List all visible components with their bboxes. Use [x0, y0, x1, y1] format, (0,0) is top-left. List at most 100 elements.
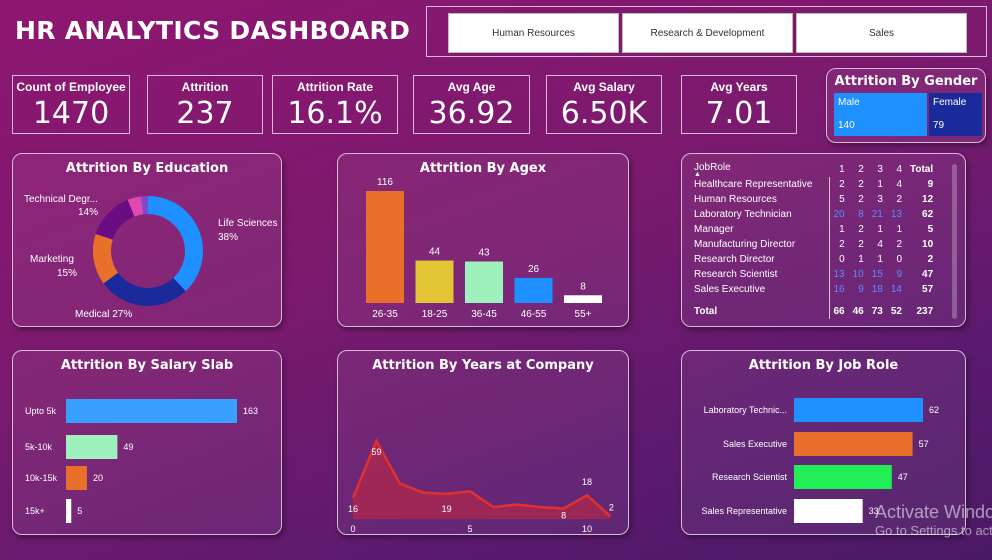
female-value: 79 [933, 120, 945, 131]
table-row: Research Scientist 13 10 15 9 47 [694, 267, 937, 282]
bar-value-label: 57 [919, 439, 929, 449]
data-label: 19 [442, 504, 452, 514]
bar-value-label: 163 [243, 406, 258, 416]
table-header[interactable]: JobRole ▲ 1 2 3 4 Total [694, 162, 937, 178]
kpi-label: Attrition Rate [297, 80, 373, 94]
gender-female-tile[interactable]: Female 79 [929, 93, 982, 136]
gender-male-tile[interactable]: Male 140 [834, 93, 927, 136]
donut-slice [148, 196, 203, 292]
total-cell: Total [694, 297, 830, 319]
cell-value: 1 [877, 179, 883, 190]
total-cell: 237 [916, 305, 934, 317]
donut-slice [95, 199, 135, 240]
cell-value: 5 [927, 224, 934, 235]
slice-label: Life Sciences [218, 218, 277, 229]
data-label: 59 [371, 447, 381, 457]
jobrole-matrix-card: JobRole ▲ 1 2 3 4 Total Healthcare Representati… [681, 153, 966, 327]
cell-value: 4 [877, 239, 883, 250]
slice-label: Marketing [30, 254, 74, 265]
bar [66, 466, 87, 490]
category-label: Sales Executive [723, 439, 787, 449]
table-total-row: Total 66 46 73 52 237 [694, 297, 937, 319]
cell-value: 20 [833, 209, 845, 220]
column-header[interactable]: 4 [887, 162, 906, 177]
category-label: 36-45 [471, 309, 497, 320]
column-header[interactable]: 3 [868, 162, 887, 177]
cell-value: 47 [922, 269, 934, 280]
bar [794, 432, 913, 456]
salary-bar-chart: Upto 5k 163 5k-10k 49 10k-15k 20 15k+ 5 [25, 399, 258, 523]
data-label: 8 [561, 510, 566, 520]
x-tick-label: 0 [350, 524, 355, 534]
windows-activation-watermark: Activate Windows Go to Settings to activ… [875, 502, 992, 538]
row-label: Research Scientist [694, 267, 830, 282]
cell-value: 1 [896, 224, 902, 235]
slicer-sales[interactable]: Sales [796, 13, 967, 53]
data-label: 2 [609, 502, 614, 512]
cell-value: 21 [871, 209, 883, 220]
bar [794, 465, 892, 489]
cell-value: 0 [839, 254, 845, 265]
bar-value-label: 8 [580, 281, 586, 292]
cell-value: 2 [839, 179, 845, 190]
table-row: Laboratory Technician 20 8 21 13 62 [694, 207, 937, 222]
bar [794, 398, 923, 422]
cell-value: 14 [890, 284, 902, 295]
kpi-avg-years: Avg Years 7.01 [681, 75, 797, 134]
cell-value: 9 [927, 179, 934, 190]
bar [794, 499, 863, 523]
slice-label: Technical Degr... [24, 194, 98, 205]
dashboard-title: HR ANALYTICS DASHBOARD [15, 16, 411, 45]
total-cell: 66 [833, 305, 845, 317]
column-header[interactable]: 1 [829, 162, 849, 177]
row-label: Manager [694, 222, 830, 237]
cell-value: 9 [858, 284, 864, 295]
column-header[interactable]: Total [906, 162, 937, 177]
table-row: Sales Executive 16 9 18 14 57 [694, 282, 937, 297]
female-label: Female [933, 97, 967, 108]
age-bar [564, 295, 602, 303]
cell-value: 13 [890, 209, 902, 220]
category-label: Sales Representative [701, 506, 787, 516]
category-label: 10k-15k [25, 473, 58, 483]
donut-slice [103, 272, 186, 306]
row-label: Healthcare Representative [694, 177, 830, 192]
cell-value: 8 [858, 209, 864, 220]
category-label: 18-25 [422, 309, 448, 320]
table-scrollbar[interactable] [952, 164, 957, 319]
bar-value-label: 44 [429, 247, 441, 258]
slicer-human-resources[interactable]: Human Resources [448, 13, 619, 53]
column-header[interactable]: 2 [849, 162, 868, 177]
category-label: 55+ [575, 309, 592, 320]
age-bar [514, 277, 553, 303]
cell-value: 18 [871, 284, 883, 295]
age-bar [415, 260, 454, 303]
male-value: 140 [838, 120, 855, 131]
category-label: 5k-10k [25, 442, 53, 452]
kpi-avg-age: Avg Age 36.92 [413, 75, 530, 134]
attrition-by-age-card: Attrition By Agex 116 26-35 44 18-25 43 36-45… [337, 153, 629, 327]
slice-label: Medical 27% [75, 309, 132, 320]
cell-value: 12 [922, 194, 934, 205]
bar-value-label: 49 [123, 442, 133, 452]
cell-value: 2 [858, 239, 864, 250]
category-label: Laboratory Technic... [704, 405, 787, 415]
kpi-value: 6.50K [560, 96, 648, 131]
cell-value: 10 [922, 239, 934, 250]
data-label: 18 [582, 477, 592, 487]
kpi-attrition: Attrition 237 [147, 75, 263, 134]
bar-value-label: 5 [77, 506, 82, 516]
table-row: Manufacturing Director 2 2 4 2 10 [694, 237, 937, 252]
cell-value: 1 [877, 224, 883, 235]
kpi-value: 1470 [32, 96, 110, 131]
cell-value: 2 [896, 194, 902, 205]
cell-value: 57 [922, 284, 934, 295]
column-header[interactable]: JobRole ▲ [694, 162, 829, 178]
cell-value: 16 [833, 284, 845, 295]
cell-value: 13 [833, 269, 845, 280]
attrition-by-education-card: Attrition By Education Life Sciences 38% M… [12, 153, 282, 327]
watermark-line1: Activate Windows [875, 502, 992, 522]
kpi-label: Avg Salary [573, 80, 635, 94]
kpi-value: 36.92 [428, 96, 515, 131]
slicer-research-development[interactable]: Research & Development [622, 13, 793, 53]
